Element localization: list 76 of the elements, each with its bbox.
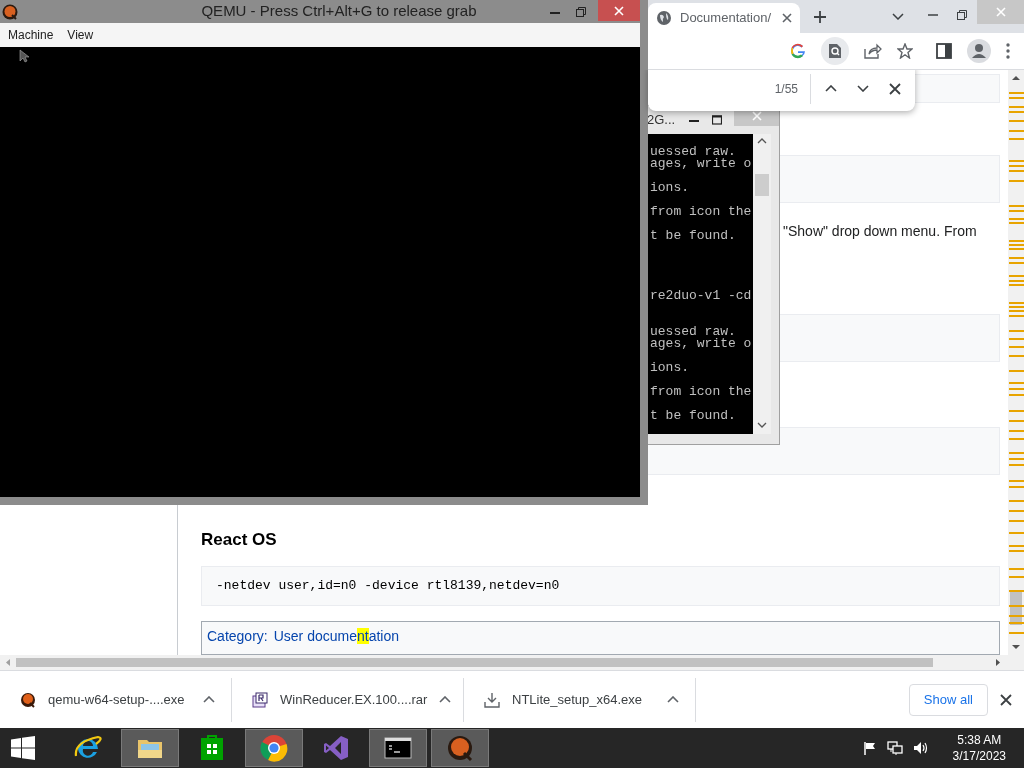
category-label[interactable]: Category: xyxy=(207,625,268,647)
section-heading: React OS xyxy=(201,528,277,551)
vertical-scrollbar[interactable] xyxy=(1008,70,1024,655)
download-icon xyxy=(484,691,500,708)
cursor-icon xyxy=(19,49,29,63)
side-panel-icon[interactable] xyxy=(936,43,952,59)
archive-file-icon xyxy=(252,691,268,708)
console-line: ions. xyxy=(650,180,689,195)
maximize-icon[interactable] xyxy=(712,115,722,125)
restore-icon[interactable] xyxy=(957,10,967,20)
close-icon xyxy=(614,5,624,16)
star-icon[interactable] xyxy=(897,43,913,59)
chevron-up-icon[interactable] xyxy=(825,85,837,92)
chevron-up-icon[interactable] xyxy=(203,696,215,703)
window-title: QEMU - Press Ctrl+Alt+G to release grab xyxy=(201,1,477,22)
chrome-icon xyxy=(260,734,288,762)
vertical-scrollbar[interactable] xyxy=(753,134,771,434)
console-line: from icon the xyxy=(650,204,752,219)
console-line: ages, write o xyxy=(650,156,752,171)
window-title: 2G... xyxy=(647,111,677,130)
terminal-icon xyxy=(384,734,412,762)
horizontal-scrollbar[interactable] xyxy=(0,655,1024,670)
file-name: WinReducer.EX.100....rar xyxy=(280,690,428,709)
show-all-button[interactable]: Show all xyxy=(908,683,988,716)
search-icon xyxy=(828,43,842,59)
close-icon[interactable] xyxy=(782,13,792,23)
console-line: uessed raw. xyxy=(650,144,736,159)
profile-icon[interactable] xyxy=(967,39,991,63)
menu-icon[interactable] xyxy=(1006,43,1010,59)
close-icon xyxy=(995,7,1006,17)
flag-icon[interactable] xyxy=(862,741,877,755)
chevron-down-icon[interactable] xyxy=(857,85,869,92)
console-line: ions. xyxy=(650,360,689,375)
console-line: ages, write o xyxy=(650,336,752,351)
match-count: 1/55 xyxy=(774,80,798,98)
network-icon[interactable] xyxy=(886,741,903,755)
shopping-bag-icon xyxy=(198,734,226,762)
browser-tab[interactable]: Documentation/ xyxy=(648,3,800,33)
taskbar-app-button[interactable] xyxy=(369,729,427,767)
infinity-bracket-icon xyxy=(322,734,350,762)
close-icon[interactable] xyxy=(1000,693,1012,706)
console-line: uessed raw. xyxy=(650,324,736,339)
file-name: qemu-w64-setup-....exe xyxy=(48,690,186,709)
clock-date: 3/17/2023 xyxy=(952,748,1006,764)
restore-icon[interactable] xyxy=(576,6,586,17)
globe-icon xyxy=(656,10,672,26)
file-name: NTLite_setup_x64.exe xyxy=(512,690,644,709)
qemu-file-icon xyxy=(20,691,36,708)
speaker-icon[interactable] xyxy=(912,741,929,755)
windows-icon xyxy=(11,736,35,760)
find-in-page-button[interactable] xyxy=(821,37,849,65)
chevron-up-icon[interactable] xyxy=(439,696,452,703)
tab-title: Documentation/ xyxy=(680,9,773,28)
download-item[interactable]: WinReducer.EX.100....rar xyxy=(232,677,464,722)
download-item[interactable]: NTLite_setup_x64.exe xyxy=(464,677,696,722)
qemu-app-icon xyxy=(446,734,474,762)
console-line: from icon the xyxy=(650,384,752,399)
share-icon[interactable] xyxy=(864,43,882,59)
menu-item[interactable]: Machine xyxy=(2,26,60,44)
console-line: re2duo-v1 -cd xyxy=(650,288,752,303)
close-icon[interactable] xyxy=(889,82,901,95)
paragraph-text: "Show" drop down menu. From xyxy=(783,223,977,239)
close-button[interactable] xyxy=(598,0,640,21)
qemu-app-icon[interactable] xyxy=(2,3,18,20)
clock[interactable]: 5:38 AM 3/17/2023 xyxy=(952,732,1006,764)
console-line: t be found. xyxy=(650,228,736,243)
menu-item[interactable]: View xyxy=(61,26,100,44)
code-block: -netdev user,id=n0 -device rtl8139,netdev=n0 xyxy=(201,565,1000,606)
console-line: t be found. xyxy=(650,408,736,423)
clock-time: 5:38 AM xyxy=(957,732,1002,748)
chevron-down-icon[interactable] xyxy=(892,13,904,20)
find-input-field[interactable]: 1/55 xyxy=(648,70,810,111)
download-item[interactable]: qemu-w64-setup-....exe xyxy=(0,677,232,722)
new-tab-icon[interactable] xyxy=(813,10,827,24)
chevron-up-icon[interactable] xyxy=(667,696,679,703)
google-icon[interactable] xyxy=(790,43,806,59)
